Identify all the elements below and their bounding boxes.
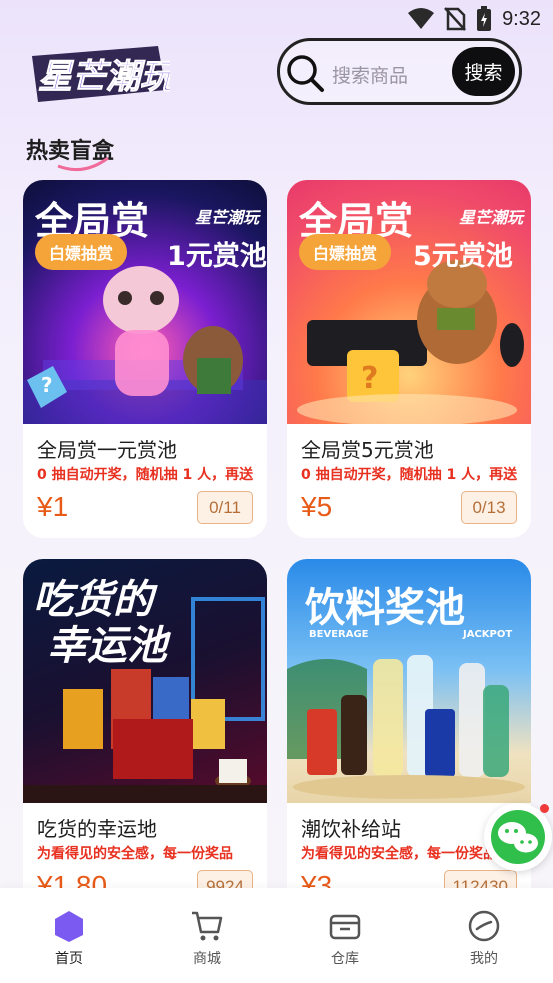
product-card[interactable]: ? 全局赏 星芒潮玩 白嫖抽赏 5元赏池 全局赏5元赏池 0 抽自动开奖，随机抽… [287,180,531,538]
product-desc: 0 抽自动开奖，随机抽 1 人，再送 [301,467,518,483]
product-price: ¥5 [301,491,333,522]
image-pool: 5元赏池 [413,241,513,272]
product-count: 0/13 [461,491,517,524]
nav-label: 仓库 [331,951,359,967]
product-card[interactable]: ? 全局赏 星芒潮玩 白嫖抽赏 1元赏池 全局赏一元赏池 0 抽自动开奖，随机抽… [23,180,267,538]
no-sim-icon [444,7,466,31]
bottom-nav: 首页 商城 仓库 我的 [0,888,553,983]
wallet-icon [329,914,361,940]
nav-item-warehouse[interactable]: 仓库 [305,908,385,968]
product-desc: 0 抽自动开奖，随机抽 1 人，再送 [37,467,254,483]
product-name: 全局赏5元赏池 [301,438,434,462]
section-underline-decoration [57,156,109,172]
product-price: ¥1 [37,491,69,522]
profile-icon [468,910,500,942]
search-button[interactable]: 搜索 [452,47,515,96]
image-brand: 星芒潮玩 [459,208,524,227]
search-input[interactable]: 搜索商品 [332,61,408,88]
product-name: 全局赏一元赏池 [37,438,177,462]
chat-icon [491,810,545,864]
image-pill: 白嫖抽赏 [35,234,128,270]
product-desc: 为看得见的安全感，每一份奖品 [37,846,233,862]
header: 星芒潮玩 搜索商品 搜索 [0,38,553,118]
search-box[interactable]: 搜索商品 搜索 [277,38,522,105]
image-sub-left: BEVERAGE [309,629,369,640]
product-image: 饮料奖池 BEVERAGE JACKPOT [287,559,531,803]
svg-text:星芒潮玩: 星芒潮玩 [38,57,170,97]
image-pool: 1元赏池 [167,241,267,272]
nav-item-profile[interactable]: 我的 [444,908,524,968]
product-image: ? 全局赏 星芒潮玩 白嫖抽赏 1元赏池 [23,180,267,424]
nav-label: 我的 [470,951,498,967]
product-name: 潮饮补给站 [301,817,401,841]
battery-icon [477,6,492,31]
notification-dot [540,804,549,813]
status-bar: 9:32 [0,0,553,38]
app-logo[interactable]: 星芒潮玩 [28,42,170,104]
status-icons: 9:32 [408,6,541,32]
image-brand: 星芒潮玩 [195,208,260,227]
product-count: 0/11 [197,491,253,524]
customer-service-button[interactable] [484,803,552,871]
cart-icon [192,911,223,941]
nav-item-mall[interactable]: 商城 [167,908,247,968]
nav-item-home[interactable]: 首页 [29,908,109,968]
product-image: 吃货的 幸运池 [23,559,267,803]
product-card[interactable]: 吃货的 幸运池 吃货的幸运地 为看得见的安全感，每一份奖品 ¥1.80 9924 [23,559,267,917]
status-time: 9:32 [502,7,541,30]
image-title-line2: 幸运池 [47,623,167,669]
image-pill: 白嫖抽赏 [299,234,392,270]
image-sub-right: JACKPOT [463,629,513,640]
search-icon [287,55,324,92]
nav-label: 商城 [193,951,221,967]
image-title: 饮料奖池 [305,585,465,631]
home-icon [55,911,83,942]
svg-text:?: ? [361,361,378,396]
product-image: ? 全局赏 星芒潮玩 白嫖抽赏 5元赏池 [287,180,531,424]
nav-label: 首页 [55,951,83,967]
svg-text:?: ? [41,373,53,397]
product-name: 吃货的幸运地 [37,817,157,841]
wifi-icon [408,8,435,29]
